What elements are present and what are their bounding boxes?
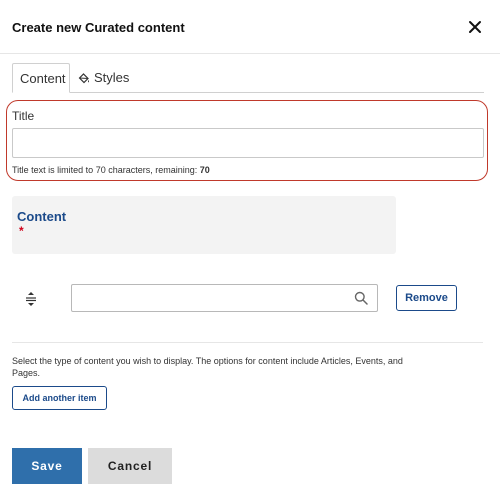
divider (12, 342, 483, 343)
tab-styles[interactable]: Styles (78, 63, 129, 93)
remove-button[interactable]: Remove (396, 285, 457, 311)
close-icon[interactable] (466, 18, 484, 36)
dialog-title: Create new Curated content (12, 20, 185, 35)
title-hint-text: Title text is limited to 70 characters, … (12, 165, 200, 175)
content-section: Content * (12, 196, 396, 254)
add-another-item-button[interactable]: Add another item (12, 386, 107, 410)
required-marker: * (19, 224, 24, 238)
tab-bar: Content Styles (12, 63, 484, 93)
tab-content-label: Content (20, 71, 66, 86)
tab-content[interactable]: Content (12, 63, 70, 93)
drag-handle-icon[interactable] (24, 291, 38, 307)
content-search-input[interactable] (72, 285, 342, 311)
curated-content-dialog: Create new Curated content Content Style… (0, 0, 500, 500)
paint-bucket-icon (78, 72, 90, 84)
title-char-hint: Title text is limited to 70 characters, … (12, 165, 210, 175)
tab-styles-label: Styles (94, 70, 130, 85)
content-help-text: Select the type of content you wish to d… (12, 356, 403, 378)
content-autocomplete (71, 284, 378, 312)
content-label: Content (17, 209, 67, 224)
save-button[interactable]: Save (12, 448, 82, 484)
title-input[interactable] (12, 128, 484, 158)
search-icon[interactable] (354, 291, 368, 305)
title-remaining-count: 70 (199, 165, 210, 175)
cancel-button[interactable]: Cancel (88, 448, 172, 484)
dialog-header: Create new Curated content (0, 0, 500, 54)
title-label: Title (12, 109, 35, 123)
